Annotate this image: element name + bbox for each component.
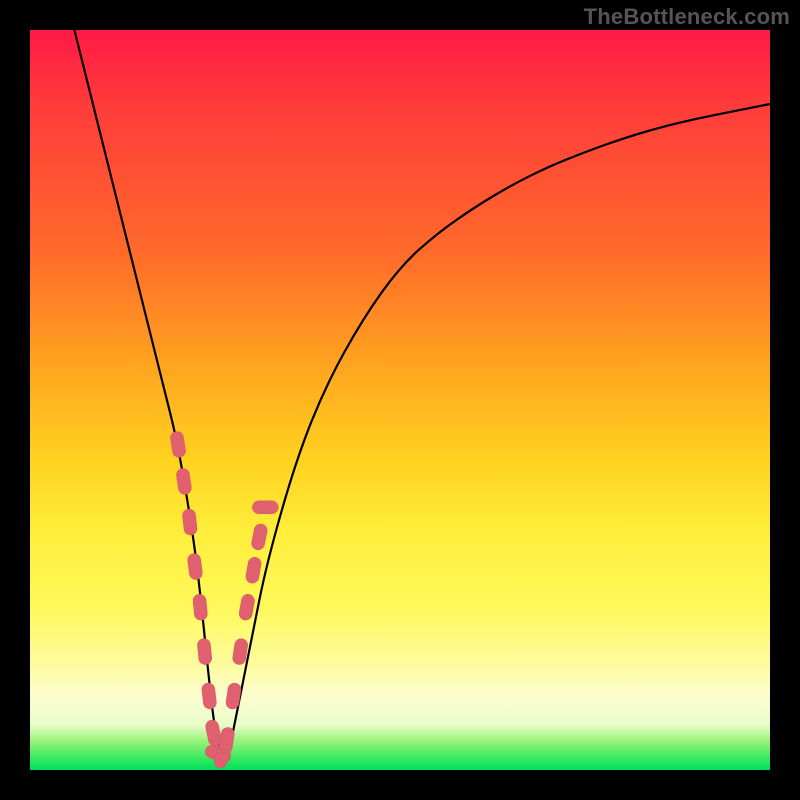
marker-layer: [170, 431, 279, 770]
watermark-text: TheBottleneck.com: [584, 4, 790, 30]
curve-marker: [201, 682, 217, 709]
curve-marker: [238, 593, 255, 621]
curve-marker: [176, 468, 193, 496]
bottleneck-curve: [74, 30, 770, 752]
chart-frame: TheBottleneck.com: [0, 0, 800, 800]
curve-marker: [197, 638, 213, 665]
curve-marker: [245, 556, 262, 584]
curve-marker: [218, 727, 235, 755]
curve-marker: [182, 508, 198, 535]
curve-marker: [252, 501, 278, 514]
curve-marker: [250, 523, 268, 551]
curve-marker: [187, 553, 203, 580]
curve-marker: [192, 594, 208, 621]
curve-svg: [30, 30, 770, 770]
curve-marker: [170, 431, 187, 459]
plot-area: [30, 30, 770, 770]
